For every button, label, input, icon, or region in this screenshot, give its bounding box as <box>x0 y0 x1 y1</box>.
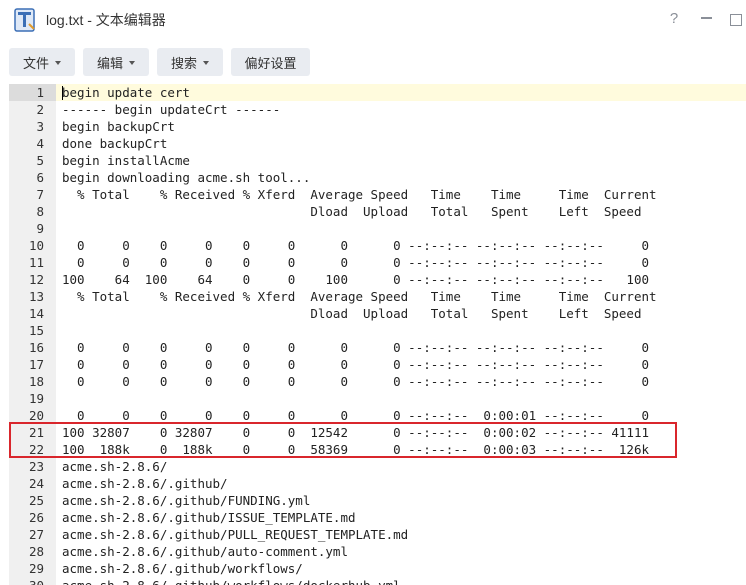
line-number: 7 <box>36 187 44 202</box>
line-number: 26 <box>28 510 44 525</box>
line-number: 9 <box>36 221 44 236</box>
editor-line[interactable]: 26 acme.sh-2.8.6/.github/ISSUE_TEMPLATE.m… <box>9 509 746 526</box>
line-number: 3 <box>36 119 44 134</box>
file-menu-label: 文件 <box>22 55 49 71</box>
minimize-icon[interactable] <box>696 8 716 19</box>
line-text: acme.sh-2.8.6/.github/workflows/ <box>62 561 303 576</box>
line-text: acme.sh-2.8.6/.github/auto-comment.yml <box>62 544 348 559</box>
chevron-down-icon <box>55 61 61 65</box>
line-text: ------ begin updateCrt ------ <box>62 102 281 117</box>
editor-line[interactable]: 13 % Total % Received % Xferd Average Sp… <box>9 288 746 305</box>
line-text: begin downloading acme.sh tool... <box>62 170 311 185</box>
line-text: acme.sh-2.8.6/ <box>62 459 168 474</box>
editor-line[interactable]: 25 acme.sh-2.8.6/.github/FUNDING.yml <box>9 492 746 509</box>
editor-area[interactable]: 1 begin update cert 2 ------ begin updateCr… <box>9 84 746 585</box>
editor-line[interactable]: 4 done backupCrt <box>9 135 746 152</box>
line-number: 18 <box>28 374 44 389</box>
editor-line[interactable]: 9 <box>9 220 746 237</box>
line-text: % Total % Received % Xferd Average Speed… <box>62 289 657 304</box>
line-text: begin backupCrt <box>62 119 175 134</box>
line-number: 23 <box>28 459 44 474</box>
line-text: acme.sh-2.8.6/.github/FUNDING.yml <box>62 493 311 508</box>
line-number: 28 <box>28 544 44 559</box>
line-number: 8 <box>36 204 44 219</box>
editor-line[interactable]: 27 acme.sh-2.8.6/.github/PULL_REQUEST_TEM… <box>9 526 746 543</box>
line-text: acme.sh-2.8.6/.github/ <box>62 476 228 491</box>
line-text: begin update cert <box>62 85 190 100</box>
line-text: 0 0 0 0 0 0 0 0 --:--:-- --:--:-- --:--:… <box>62 238 649 253</box>
edit-menu-button[interactable]: 编辑 <box>83 48 149 76</box>
line-number: 19 <box>28 391 44 406</box>
window-title: log.txt - 文本编辑器 <box>46 12 166 28</box>
editor-line[interactable]: 11 0 0 0 0 0 0 0 0 --:--:-- --:--:-- --:… <box>9 254 746 271</box>
editor-line[interactable]: 18 0 0 0 0 0 0 0 0 --:--:-- --:--:-- --:… <box>9 373 746 390</box>
line-text: acme.sh-2.8.6/.github/PULL_REQUEST_TEMPL… <box>62 527 409 542</box>
preferences-label: 偏好设置 <box>244 55 297 71</box>
line-number: 29 <box>28 561 44 576</box>
line-number: 4 <box>36 136 44 151</box>
line-number: 17 <box>28 357 44 372</box>
highlight-annotation-box <box>9 422 677 458</box>
line-number: 24 <box>28 476 44 491</box>
line-number: 11 <box>28 255 44 270</box>
editor-line[interactable]: 1 begin update cert <box>9 84 746 101</box>
line-text: begin installAcme <box>62 153 190 168</box>
preferences-button[interactable]: 偏好设置 <box>231 48 310 76</box>
line-text: 0 0 0 0 0 0 0 0 --:--:-- --:--:-- --:--:… <box>62 374 649 389</box>
line-number: 16 <box>28 340 44 355</box>
file-menu-button[interactable]: 文件 <box>9 48 75 76</box>
editor-line[interactable]: 8 Dload Upload Total Spent Left Speed <box>9 203 746 220</box>
line-number: 2 <box>36 102 44 117</box>
search-menu-button[interactable]: 搜索 <box>157 48 223 76</box>
editor-line[interactable]: 10 0 0 0 0 0 0 0 0 --:--:-- --:--:-- --:… <box>9 237 746 254</box>
editor-line[interactable]: 17 0 0 0 0 0 0 0 0 --:--:-- --:--:-- --:… <box>9 356 746 373</box>
line-text: Dload Upload Total Spent Left Speed <box>62 204 642 219</box>
edit-menu-label: 编辑 <box>96 55 123 71</box>
line-text: 0 0 0 0 0 0 0 0 --:--:-- --:--:-- --:--:… <box>62 255 649 270</box>
help-icon[interactable]: ? <box>664 10 684 28</box>
editor-line[interactable]: 24 acme.sh-2.8.6/.github/ <box>9 475 746 492</box>
line-number: 25 <box>28 493 44 508</box>
text-editor-app-icon <box>14 8 35 32</box>
editor-line[interactable]: 16 0 0 0 0 0 0 0 0 --:--:-- --:--:-- --:… <box>9 339 746 356</box>
maximize-icon[interactable] <box>726 10 746 26</box>
line-number: 1 <box>9 84 56 101</box>
editor-line[interactable]: 7 % Total % Received % Xferd Average Spe… <box>9 186 746 203</box>
editor-line[interactable]: 28 acme.sh-2.8.6/.github/auto-comment.yml <box>9 543 746 560</box>
line-number: 14 <box>28 306 44 321</box>
editor-line[interactable]: 23 acme.sh-2.8.6/ <box>9 458 746 475</box>
chevron-down-icon <box>203 61 209 65</box>
line-text: 0 0 0 0 0 0 0 0 --:--:-- --:--:-- --:--:… <box>62 340 649 355</box>
editor-line[interactable]: 14 Dload Upload Total Spent Left Speed <box>9 305 746 322</box>
line-text: 100 64 100 64 0 0 100 0 --:--:-- --:--:-… <box>62 272 649 287</box>
line-number: 27 <box>28 527 44 542</box>
editor-line[interactable]: 3 begin backupCrt <box>9 118 746 135</box>
line-number: 30 <box>9 577 56 585</box>
line-text: 0 0 0 0 0 0 0 0 --:--:-- --:--:-- --:--:… <box>62 357 649 372</box>
editor-line[interactable]: 15 <box>9 322 746 339</box>
editor-line[interactable]: 2 ------ begin updateCrt ------ <box>9 101 746 118</box>
search-menu-label: 搜索 <box>170 55 197 71</box>
line-text: acme.sh-2.8.6/.github/workflows/dockerhu… <box>62 577 401 585</box>
editor-line[interactable]: 5 begin installAcme <box>9 152 746 169</box>
editor-line[interactable]: 29 acme.sh-2.8.6/.github/workflows/ <box>9 560 746 577</box>
line-number: 10 <box>28 238 44 253</box>
chevron-down-icon <box>129 61 135 65</box>
line-text: done backupCrt <box>62 136 168 151</box>
editor-line[interactable]: 19 <box>9 390 746 407</box>
text-cursor <box>62 86 63 100</box>
toolbar: 文件 编辑 搜索 偏好设置 <box>0 38 746 84</box>
title-bar: log.txt - 文本编辑器 ? <box>0 0 746 38</box>
line-number: 12 <box>28 272 44 287</box>
line-number: 13 <box>28 289 44 304</box>
line-number: 5 <box>36 153 44 168</box>
editor-line[interactable]: 30 acme.sh-2.8.6/.github/workflows/docker… <box>9 577 746 585</box>
editor-line[interactable]: 6 begin downloading acme.sh tool... <box>9 169 746 186</box>
line-text: acme.sh-2.8.6/.github/ISSUE_TEMPLATE.md <box>62 510 356 525</box>
line-text: Dload Upload Total Spent Left Speed <box>62 306 642 321</box>
line-text: % Total % Received % Xferd Average Speed… <box>62 187 657 202</box>
line-number: 6 <box>36 170 44 185</box>
line-number: 15 <box>28 323 44 338</box>
editor-line[interactable]: 12 100 64 100 64 0 0 100 0 --:--:-- --:--… <box>9 271 746 288</box>
